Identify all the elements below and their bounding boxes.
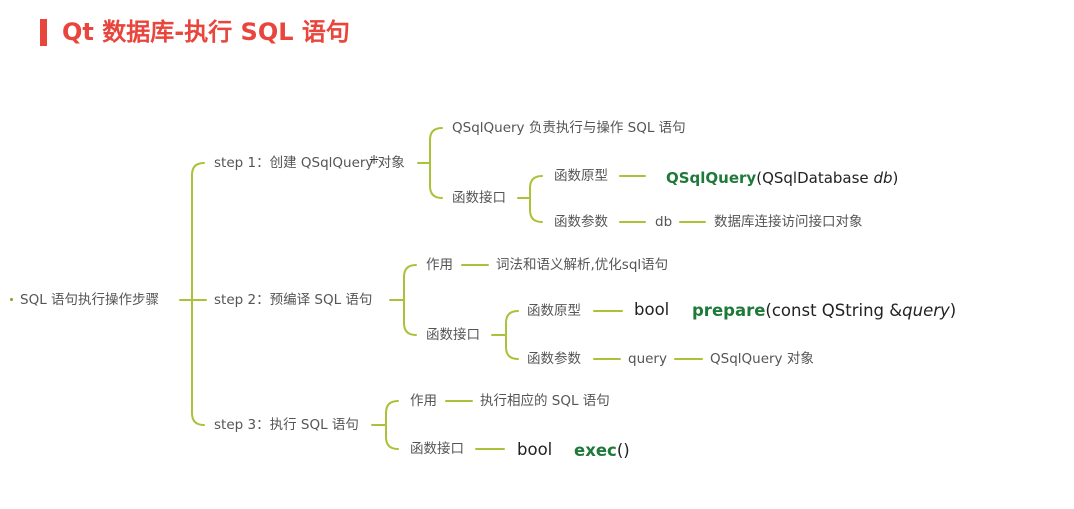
root-bullet <box>10 298 13 301</box>
step1-func-name: QSqlQuery <box>666 169 757 187</box>
step1-interface: 函数接口 <box>452 190 506 206</box>
step2-func-param: query <box>902 301 950 320</box>
step2-interface: 函数接口 <box>426 327 480 343</box>
step1-func-param: db <box>873 169 893 187</box>
connector-step3-bracket <box>385 400 399 450</box>
step1-params-label: 函数参数 <box>554 214 608 230</box>
step3-func-name: exec <box>574 441 617 460</box>
step2-prototype-label: 函数原型 <box>527 303 581 319</box>
step2-prototype: prepare(const QString &query) <box>692 301 956 321</box>
step2-return-type: bool <box>634 300 670 319</box>
step1-param-desc: 数据库连接访问接口对象 <box>714 214 863 230</box>
step1-purpose: QSqlQuery 负责执行与操作 SQL 语句 <box>452 120 686 136</box>
connector-steps-bracket <box>191 162 205 426</box>
root-node: SQL 语句执行操作步骤 <box>20 292 160 308</box>
step1-prototype: QSqlQuery(QSqlDatabase db) <box>666 168 898 188</box>
step3-prototype: exec() <box>574 441 630 461</box>
cursor-icon: ⁜ <box>369 153 380 167</box>
step3-node: step 3：执行 SQL 语句 <box>214 417 359 433</box>
step1-param-name: db <box>655 214 673 230</box>
step2-func-name: prepare <box>692 301 766 320</box>
step2-func-open: (const QString & <box>765 301 903 320</box>
step3-func-close: () <box>616 441 630 460</box>
connector-step2-bracket <box>403 264 417 336</box>
step2-func-close: ) <box>949 301 957 320</box>
step2-param-desc: QSqlQuery 对象 <box>710 351 814 367</box>
step2-params-label: 函数参数 <box>527 351 581 367</box>
step2-param-name: query <box>628 351 667 367</box>
connector-step1-iface-bracket <box>529 175 543 223</box>
step3-return-type: bool <box>517 440 553 459</box>
step1-func-open: (QSqlDatabase <box>756 169 874 187</box>
connector-step1-bracket <box>429 127 443 199</box>
step2-purpose: 词法和语义解析,优化sql语句 <box>496 257 669 273</box>
step1-prototype-label: 函数原型 <box>554 168 608 184</box>
step3-purpose: 执行相应的 SQL 语句 <box>480 393 610 409</box>
connector-step2-iface-bracket <box>505 310 519 360</box>
step2-purpose-label: 作用 <box>426 257 453 273</box>
step3-purpose-label: 作用 <box>410 393 437 409</box>
step2-node: step 2：预编译 SQL 语句 <box>214 292 373 308</box>
step1-func-close: ) <box>892 169 899 187</box>
step3-interface: 函数接口 <box>410 441 464 457</box>
